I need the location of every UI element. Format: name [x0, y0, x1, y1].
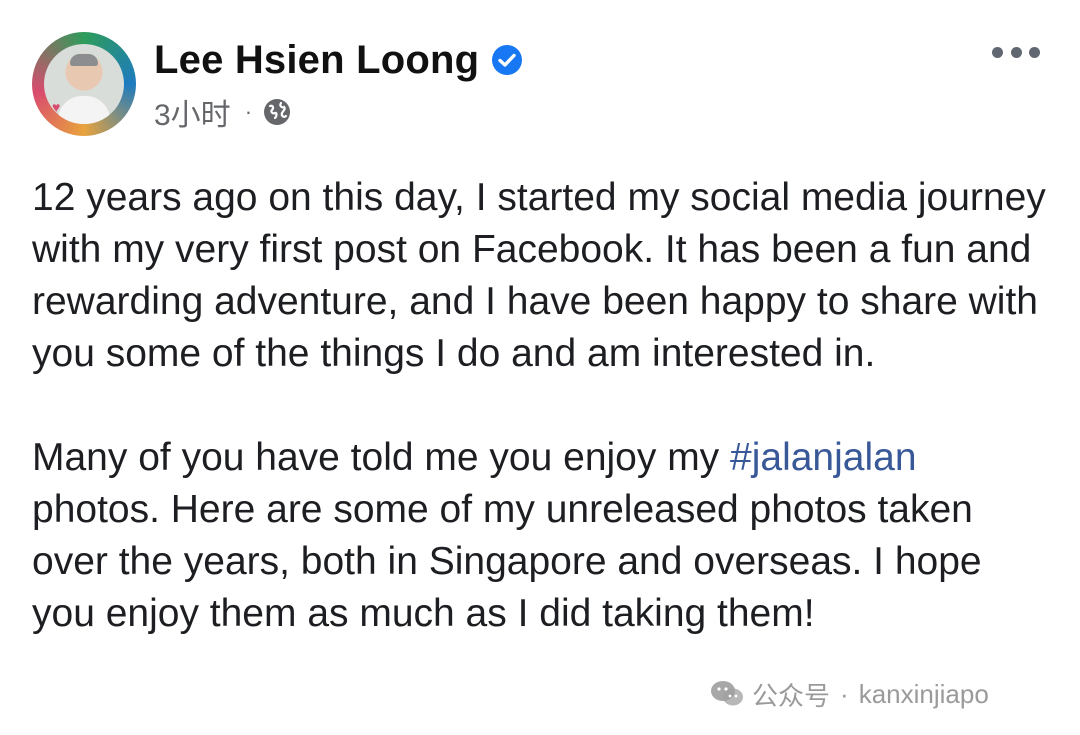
watermark-label: 公众号 [752, 680, 831, 711]
heart-icon: ♥ [52, 99, 61, 115]
more-dot [1029, 46, 1040, 58]
post-text: 12 years ago on this day, I started my s… [32, 172, 1048, 640]
avatar-shirt [58, 96, 110, 124]
avatar-hair [70, 54, 98, 66]
post-paragraph-1: 12 years ago on this day, I started my s… [32, 176, 1046, 375]
meta-separator: · [244, 99, 253, 124]
hashtag-link[interactable]: #jalanjalan [730, 436, 917, 479]
watermark-separator: · [840, 678, 849, 709]
paragraph-2-end: photos. Here are some of my unreleased p… [32, 488, 982, 635]
post-header: ♥ Lee Hsien Loong 3小时 · [32, 30, 1048, 140]
post-paragraph-2: Many of you have told me you enjoy my #j… [32, 432, 1048, 640]
watermark-account: kanxinjiapo [858, 678, 989, 709]
post-timestamp[interactable]: 3小时 [154, 90, 231, 134]
author-name[interactable]: Lee Hsien Loong [154, 38, 479, 83]
author-avatar[interactable]: ♥ [32, 32, 136, 136]
more-dot [992, 46, 1003, 58]
more-dot [1010, 46, 1022, 58]
wechat-icon [711, 681, 743, 706]
post-meta: 3小时 · [154, 92, 292, 132]
globe-icon[interactable] [262, 97, 292, 127]
paragraph-2-start: Many of you have told me you enjoy my [32, 436, 731, 479]
avatar-photo: ♥ [44, 44, 124, 124]
author-name-row: Lee Hsien Loong [154, 34, 523, 86]
more-options-icon[interactable] [992, 40, 1040, 64]
verified-badge-icon [492, 45, 523, 75]
watermark: 公众号 · kanxinjiapo [710, 674, 989, 714]
